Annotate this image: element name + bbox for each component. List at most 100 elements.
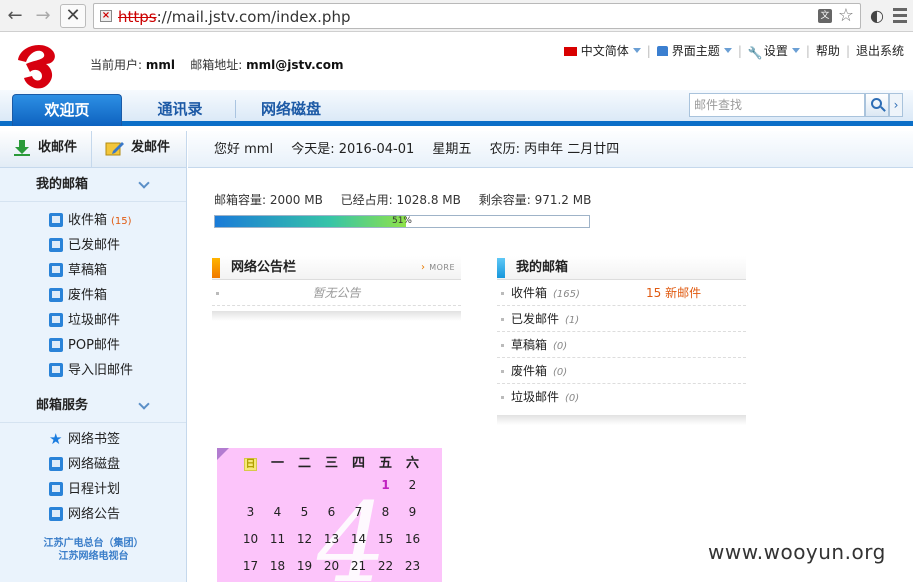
my-mailbox-section[interactable]: 我的邮箱	[0, 168, 186, 202]
mail-search-input[interactable]	[689, 93, 865, 117]
mailbox-header: 我的邮箱	[497, 256, 746, 280]
calendar-day[interactable]: 19	[291, 556, 318, 582]
extension-icon[interactable]: ◐	[866, 5, 888, 27]
sidebar-item-inbox[interactable]: 收件箱 (15)	[0, 208, 186, 233]
sidebar-item-schedule[interactable]: 日程计划	[0, 477, 186, 502]
sidebar-item-notices[interactable]: 网络公告	[0, 502, 186, 527]
user-info: 当前用户: mml 邮箱地址: mml@jstv.com	[90, 56, 344, 73]
stop-icon[interactable]: ✕	[60, 4, 86, 28]
footer-org: 江苏广电总台（集团）	[43, 538, 144, 549]
address-bar[interactable]: × https://mail.jstv.com/index.php 文 ☆	[93, 3, 861, 29]
search-options-button[interactable]: ›	[889, 93, 903, 117]
calendar-day[interactable]: 17	[237, 556, 264, 582]
mail-services-section[interactable]: 邮箱服务	[0, 389, 186, 423]
theme-menu[interactable]: 界面主题	[651, 42, 738, 59]
sidebar-item-pop[interactable]: POP邮件	[0, 333, 186, 358]
calendar-day[interactable]: 14	[345, 529, 372, 556]
calendar-day[interactable]: 21	[345, 556, 372, 582]
calendar-day[interactable]: 8	[372, 502, 399, 529]
watermark: www.wooyun.org	[708, 540, 886, 564]
translate-icon[interactable]: 文	[818, 9, 832, 23]
mailbox-row-junk[interactable]: 垃圾邮件 (0)	[497, 384, 746, 410]
back-icon[interactable]: ←	[5, 6, 25, 26]
calendar-day[interactable]: 10	[237, 529, 264, 556]
help-link[interactable]: 帮助	[810, 42, 846, 59]
bulletin-empty: 暂无公告	[212, 280, 461, 306]
search-button[interactable]	[865, 93, 889, 117]
tab-netdisk[interactable]: 网络磁盘	[246, 94, 336, 126]
sidebar-item-import[interactable]: 导入旧邮件	[0, 358, 186, 383]
calendar-day[interactable]: 7	[345, 502, 372, 529]
forward-icon[interactable]: →	[33, 6, 53, 26]
sidebar-item-netdisk[interactable]: 网络磁盘	[0, 452, 186, 477]
calendar-day[interactable]: 15	[372, 529, 399, 556]
speaker-icon	[49, 507, 63, 521]
calendar-today[interactable]: 1	[372, 475, 399, 502]
footer-site: 江苏网络电视台	[58, 551, 129, 562]
calendar-day[interactable]: 4	[264, 502, 291, 529]
chevron-down-icon	[791, 48, 800, 53]
calendar-day[interactable]: 11	[264, 529, 291, 556]
calendar-day[interactable]: 3	[237, 502, 264, 529]
calendar-day[interactable]: 6	[318, 502, 345, 529]
current-user-label: 当前用户:	[90, 58, 143, 72]
sidebar-footer: 江苏广电总台（集团） 江苏网络电视台	[0, 537, 187, 563]
sidebar-item-bookmarks[interactable]: ★ 网络书签	[0, 427, 186, 452]
calendar-day[interactable]: 2	[399, 475, 426, 502]
mailbox-row-deleted[interactable]: 废件箱 (0)	[497, 358, 746, 384]
main-tabbar: 欢迎页 通讯录 网络磁盘 ›	[0, 90, 913, 126]
receive-mail-button[interactable]: 收邮件	[0, 131, 92, 167]
chevron-down-icon	[632, 48, 641, 53]
calendar-day[interactable]: 16	[399, 529, 426, 556]
mail-address-label: 邮箱地址:	[190, 58, 243, 72]
calendar-day[interactable]: 22	[372, 556, 399, 582]
tab-divider	[235, 100, 236, 118]
mailbox-row-sent[interactable]: 已发邮件 (1)	[497, 306, 746, 332]
calendar-day[interactable]: 5	[291, 502, 318, 529]
calendar-day[interactable]: 13	[318, 529, 345, 556]
quota-remaining: 剩余容量: 971.2 MB	[478, 193, 592, 207]
shirt-icon	[656, 46, 668, 56]
calendar-weekday: 四	[351, 456, 365, 471]
lunar-date: 农历: 丙申年 二月廿四	[489, 142, 620, 157]
quota-percent: 51%	[391, 216, 412, 226]
calendar-weekday: 三	[324, 456, 338, 471]
sidebar-item-junk[interactable]: 垃圾邮件	[0, 308, 186, 333]
download-icon	[14, 140, 30, 156]
logout-link[interactable]: 退出系统	[850, 42, 910, 59]
sidebar-item-drafts[interactable]: 草稿箱	[0, 258, 186, 283]
mail-address: mml@jstv.com	[246, 58, 344, 72]
sidebar: 收邮件 发邮件 我的邮箱 收件箱 (15) 已发邮件 草稿箱 废件箱 垃圾邮件 P…	[0, 131, 187, 582]
drafts-icon	[49, 263, 63, 277]
bookmark-star-icon[interactable]: ☆	[838, 5, 854, 26]
bulletin-more-link[interactable]: MORE	[421, 262, 455, 273]
bulletin-panel: 网络公告栏 MORE 暂无公告	[212, 256, 461, 306]
mailbox-panel: 我的邮箱 收件箱 (165) 15 新邮件 已发邮件 (1) 草稿箱 (0) 废件箱 (0…	[497, 256, 746, 410]
compose-mail-button[interactable]: 发邮件	[93, 131, 186, 167]
calendar-day[interactable]: 18	[264, 556, 291, 582]
tab-contacts[interactable]: 通讯录	[135, 94, 225, 126]
browser-menu-icon[interactable]	[893, 5, 909, 27]
mailbox-row-inbox[interactable]: 收件箱 (165) 15 新邮件	[497, 280, 746, 306]
calendar-weekday: 二	[297, 456, 311, 471]
mailbox-row-drafts[interactable]: 草稿箱 (0)	[497, 332, 746, 358]
new-mail-link[interactable]: 15 新邮件	[646, 280, 701, 306]
import-icon	[49, 363, 63, 377]
insecure-lock-icon[interactable]: ×	[100, 10, 112, 22]
calendar-day[interactable]: 12	[291, 529, 318, 556]
settings-menu[interactable]: 🔧设置	[742, 42, 806, 59]
calendar-weekday: 一	[270, 456, 284, 471]
calendar-day[interactable]: 9	[399, 502, 426, 529]
jstv-logo	[18, 45, 55, 89]
sidebar-item-deleted[interactable]: 废件箱	[0, 283, 186, 308]
china-flag-icon	[563, 47, 577, 56]
tab-welcome[interactable]: 欢迎页	[12, 94, 122, 126]
url-text[interactable]: https://mail.jstv.com/index.php	[118, 8, 350, 26]
language-menu[interactable]: 中文简体	[558, 42, 647, 59]
calendar-weekday: 日	[244, 458, 257, 471]
sidebar-item-sent[interactable]: 已发邮件	[0, 233, 186, 258]
disk-icon	[49, 457, 63, 471]
sidebar-actions: 收邮件 发邮件	[0, 131, 186, 168]
calendar-day[interactable]: 23	[399, 556, 426, 582]
calendar-day[interactable]: 20	[318, 556, 345, 582]
